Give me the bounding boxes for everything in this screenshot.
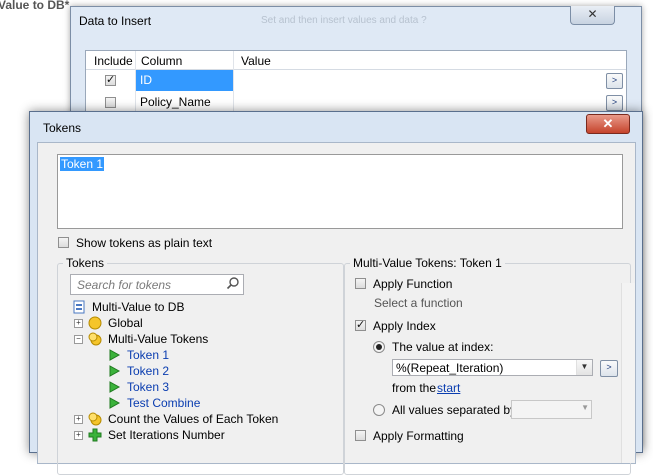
tree-item-token-1[interactable]: Token 1	[107, 347, 169, 363]
include-checkbox[interactable]	[105, 73, 116, 86]
separator-combo: ▼	[511, 400, 592, 419]
close-button[interactable]: ✕	[586, 114, 630, 134]
dialog-body: Token 1 Show tokens as plain text Tokens…	[37, 142, 636, 475]
workflow-icon	[73, 300, 85, 314]
play-icon	[109, 365, 121, 377]
play-icon	[109, 381, 121, 393]
expand-icon[interactable]: +	[74, 319, 83, 328]
apply-index-label[interactable]: Apply Index	[373, 319, 436, 333]
dialog-hint-text: Set and then insert values and data ?	[261, 15, 427, 26]
col-header-value[interactable]: Value	[241, 54, 271, 68]
play-icon	[109, 349, 121, 361]
close-button[interactable]: ✕	[570, 6, 615, 25]
apply-index-checkbox[interactable]	[355, 318, 366, 331]
tree-label: Multi-Value to DB	[92, 300, 185, 314]
show-plain-text-checkbox[interactable]	[58, 237, 69, 248]
value-at-index-label[interactable]: The value at index:	[392, 340, 493, 354]
token-options-group: Multi-Value Tokens: Token 1 Apply Functi…	[344, 256, 631, 475]
token-options-title: Multi-Value Tokens: Token 1	[350, 256, 505, 270]
value-picker-button[interactable]: >	[606, 95, 623, 111]
tree-label: Count the Values of Each Token	[108, 412, 279, 426]
tree-item-count-values[interactable]: + Count the Values of Each Token	[72, 411, 278, 427]
tree-item-global[interactable]: + Global	[72, 315, 143, 331]
window-title: Value to DB*	[0, 0, 70, 12]
tree-item-multi-value-tokens[interactable]: − Multi-Value Tokens	[72, 331, 208, 347]
grid-header: Include Column Value	[86, 51, 626, 70]
value-at-index-radio[interactable]	[373, 341, 385, 353]
tree-item-token-2[interactable]: Token 2	[107, 363, 169, 379]
count-token-icon	[88, 412, 102, 426]
tree-item-set-iterations[interactable]: + Set Iterations Number	[72, 427, 225, 443]
search-icon[interactable]	[226, 276, 240, 290]
token-search-input[interactable]: Search for tokens	[70, 274, 244, 295]
expand-icon[interactable]: +	[74, 431, 83, 440]
scrollbar[interactable]	[621, 283, 635, 463]
from-the-label: from the	[392, 381, 437, 395]
select-function-text: Select a function	[374, 296, 463, 310]
col-header-column[interactable]: Column	[141, 54, 182, 68]
tree-label: Token 3	[127, 380, 170, 394]
chevron-down-icon: ▼	[581, 403, 589, 412]
tokens-group-title: Tokens	[63, 256, 108, 270]
index-token-picker-button[interactable]: >	[600, 360, 618, 377]
tree-label: Multi-Value Tokens	[108, 332, 209, 346]
tree-label: Test Combine	[127, 396, 201, 410]
column-name-cell[interactable]: Policy_Name	[136, 92, 233, 113]
tree-item-test-combine[interactable]: Test Combine	[107, 395, 200, 411]
column-name-cell[interactable]: ID	[136, 70, 233, 91]
dialog-title: Tokens	[43, 121, 82, 135]
selected-token-text[interactable]: Token 1	[60, 157, 105, 171]
include-checkbox[interactable]	[105, 97, 116, 108]
collapse-icon[interactable]: −	[74, 335, 83, 344]
show-plain-text-label[interactable]: Show tokens as plain text	[76, 236, 212, 250]
tree-label: Token 2	[127, 364, 170, 378]
table-row[interactable]: Policy_Name >	[86, 92, 626, 113]
tree-label: Global	[108, 316, 143, 330]
tokens-group: Tokens Search for tokens Multi-Value to …	[57, 256, 344, 475]
apply-formatting-label[interactable]: Apply Formatting	[373, 429, 464, 443]
tree-item-token-3[interactable]: Token 3	[107, 379, 169, 395]
tree-item-root[interactable]: Multi-Value to DB	[72, 299, 184, 315]
search-placeholder: Search for tokens	[77, 278, 172, 292]
apply-function-label[interactable]: Apply Function	[373, 277, 452, 291]
start-link[interactable]: start	[437, 381, 460, 395]
index-value-combo[interactable]: %(Repeat_Iteration) ▼	[392, 359, 593, 376]
apply-function-checkbox[interactable]	[355, 278, 366, 289]
col-header-include[interactable]: Include	[94, 54, 133, 68]
table-row[interactable]: ID >	[86, 70, 626, 91]
token-expression-editor[interactable]: Token 1	[57, 154, 623, 229]
global-token-icon	[88, 316, 102, 330]
index-value[interactable]: %(Repeat_Iteration)	[396, 361, 503, 375]
expand-icon[interactable]: +	[74, 415, 83, 424]
dialog-title: Data to Insert	[79, 14, 152, 28]
multi-token-icon	[88, 332, 102, 346]
chevron-down-icon[interactable]: ▼	[576, 360, 592, 375]
apply-formatting-checkbox[interactable]	[355, 430, 366, 441]
value-picker-button[interactable]: >	[606, 73, 623, 89]
tree-label: Token 1	[127, 348, 170, 362]
all-values-radio[interactable]	[373, 404, 385, 416]
all-values-label[interactable]: All values separated by:	[392, 403, 519, 417]
tokens-dialog: Tokens ✕ Token 1 Show tokens as plain te…	[29, 111, 643, 475]
play-icon	[109, 397, 121, 409]
